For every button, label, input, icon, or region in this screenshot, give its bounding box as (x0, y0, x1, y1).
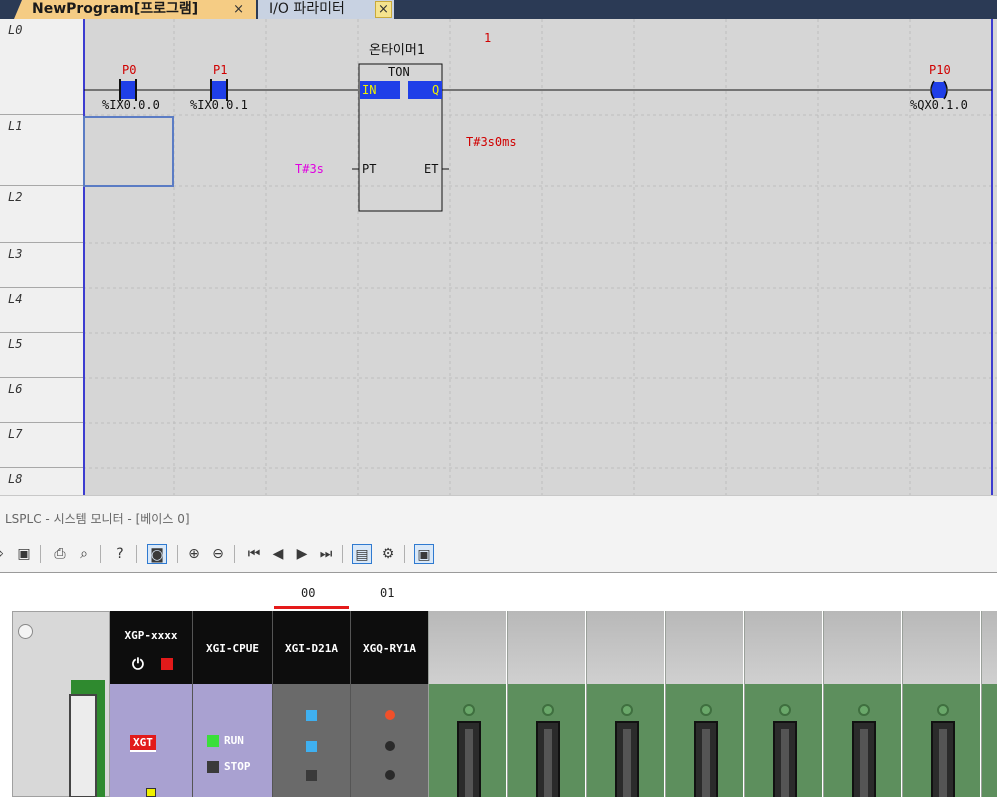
system-view-icon[interactable]: ▣ (414, 544, 434, 564)
empty-slot[interactable] (823, 611, 901, 797)
timer-in-pin: IN (362, 83, 377, 97)
empty-slot[interactable] (981, 611, 997, 797)
first-base-icon[interactable]: ⏮ (244, 544, 264, 564)
xgt-logo: XGT (130, 735, 156, 752)
module-power-name: XGP-xxxx (124, 629, 178, 642)
ladder-editor[interactable]: L0 L1 L2 L3 L4 L5 L6 L7 L8 1 온타이머1 P0 %I… (0, 19, 997, 495)
timer-type: TON (388, 65, 410, 79)
module-input-name: XGI-D21A (285, 642, 338, 655)
monitor-mode-icon[interactable]: ◙ (147, 544, 167, 564)
print-icon[interactable]: ⎙ (50, 544, 70, 564)
previous-base-icon[interactable]: ◀ (268, 544, 288, 564)
save-icon[interactable]: ▣ (14, 544, 34, 564)
tab-io-parameter-label: I/O 파라미터 (269, 1, 345, 17)
input-led-2 (306, 770, 317, 781)
rung-number: 1 (484, 31, 492, 45)
tab-io-parameter[interactable]: I/O 파라미터 × (258, 0, 394, 19)
zoom-in-icon[interactable]: ⊕ (184, 544, 204, 564)
base-indicator (18, 624, 33, 639)
toolbar-separator (40, 545, 41, 563)
slot-number-bar: 00 01 (0, 573, 997, 610)
input-led-0 (306, 710, 317, 721)
module-settings-icon[interactable]: ⚙ (378, 544, 398, 564)
system-monitor-title: LSPLC - 시스템 모니터 - [베이스 0] (0, 495, 997, 535)
stop-led (207, 761, 219, 773)
output-led-1 (385, 741, 395, 751)
slot-number: 01 (380, 586, 395, 600)
module-relay-output[interactable]: XGQ-RY1A (350, 611, 428, 684)
zoom-out-icon[interactable]: ⊖ (208, 544, 228, 564)
power-status-led (146, 788, 156, 797)
expansion-connector (69, 694, 97, 797)
timer-et-pin: ET (424, 162, 439, 176)
open-icon[interactable]: ⇨ (0, 544, 8, 564)
module-cpu-name: XGI-CPUE (206, 642, 259, 655)
help-icon[interactable]: ? (110, 544, 130, 564)
timer-et-value: T#3s0ms (466, 135, 517, 149)
module-cpu[interactable]: XGI-CPUE (192, 611, 272, 684)
timer-instance-name: 온타이머1 (369, 43, 425, 58)
empty-slot[interactable] (744, 611, 822, 797)
power-led (161, 658, 173, 670)
output-led-2 (385, 770, 395, 780)
empty-slot[interactable] (586, 611, 664, 797)
close-icon[interactable]: × (233, 0, 244, 19)
input-led-1 (306, 741, 317, 752)
toolbar-separator (342, 545, 343, 563)
contact-p0-name: P0 (122, 63, 137, 77)
module-power[interactable]: XGP-xxxx ⏻ (110, 611, 192, 684)
empty-slot[interactable] (507, 611, 585, 797)
slot-number: 00 (301, 586, 316, 600)
coil-p10-name: P10 (929, 63, 951, 77)
module-cpu-body: RUN STOP (192, 684, 272, 797)
close-icon[interactable]: × (375, 1, 392, 18)
contact-p0-address: %IX0.0.0 (102, 98, 160, 112)
module-info-icon[interactable]: ▤ (352, 544, 372, 564)
module-input-body (272, 684, 350, 797)
contact-p1-address: %IX0.0.1 (190, 98, 248, 112)
module-power-body: XGT (110, 684, 192, 797)
ladder-canvas (83, 19, 997, 495)
tab-new-program-label: NewProgram[프로그램] (32, 1, 199, 17)
stop-label: STOP (224, 760, 251, 773)
output-led-0 (385, 710, 395, 720)
toolbar-separator (404, 545, 405, 563)
document-tab-bar: NewProgram[프로그램] × I/O 파라미터 × (0, 0, 997, 19)
next-base-icon[interactable]: ▶ (292, 544, 312, 564)
selection-cursor[interactable] (83, 116, 174, 187)
toolbar-separator (100, 545, 101, 563)
module-relay-output-name: XGQ-RY1A (363, 642, 416, 655)
timer-pt-pin: PT (362, 162, 377, 176)
last-base-icon[interactable]: ⏭ (316, 544, 336, 564)
run-led (207, 735, 219, 747)
empty-slot[interactable] (428, 611, 506, 797)
timer-pt-value: T#3s (295, 162, 324, 176)
module-input[interactable]: XGI-D21A (272, 611, 350, 684)
toolbar-separator (136, 545, 137, 563)
contact-p1-name: P1 (213, 63, 228, 77)
monitor-toolbar: ⇨ ▣ ⎙ ⌕ ? ◙ ⊕ ⊖ ⏮ ◀ ▶ ⏭ ▤ ⚙ ▣ (0, 535, 997, 573)
coil-p10[interactable] (930, 80, 948, 100)
empty-slot[interactable] (665, 611, 743, 797)
print-preview-icon[interactable]: ⌕ (74, 544, 94, 564)
timer-q-pin: Q (432, 83, 440, 97)
empty-slot[interactable] (902, 611, 980, 797)
toolbar-separator (234, 545, 235, 563)
selected-slot-indicator (274, 606, 349, 609)
module-relay-output-body (350, 684, 428, 797)
toolbar-separator (177, 545, 178, 563)
run-label: RUN (224, 734, 244, 747)
coil-p10-address: %QX0.1.0 (910, 98, 968, 112)
power-icon: ⏻ (132, 655, 144, 673)
tab-new-program[interactable]: NewProgram[프로그램] × (14, 0, 256, 19)
